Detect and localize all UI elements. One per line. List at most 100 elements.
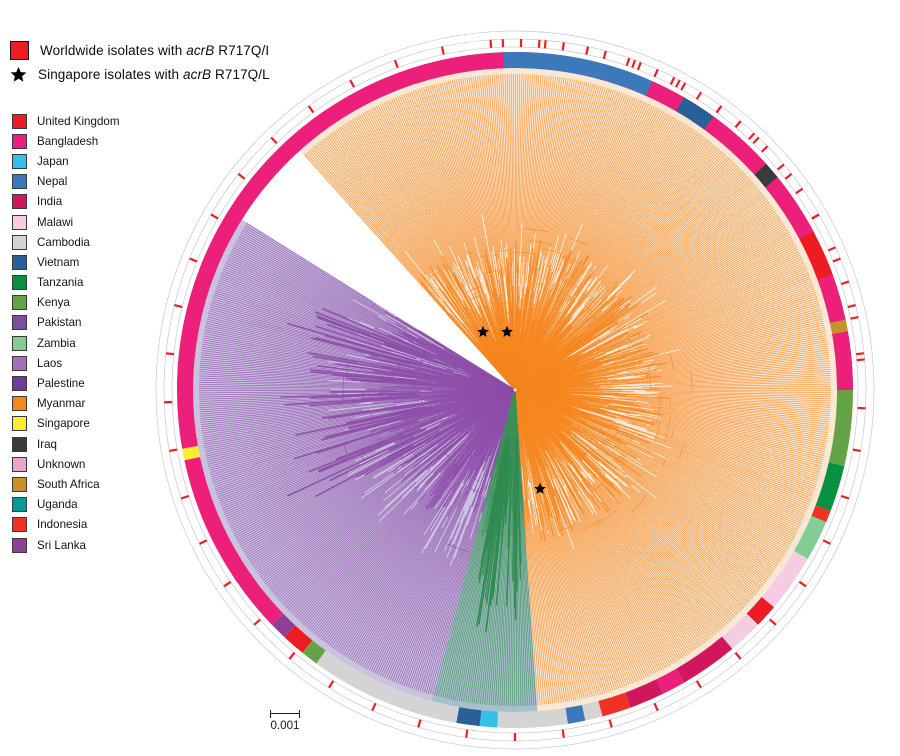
country-legend-item: Bangladesh <box>10 131 160 151</box>
acrb-tick-mark <box>695 680 702 689</box>
circular-tree <box>192 68 838 712</box>
acrb-tick-mark <box>210 213 219 220</box>
country-legend-item: United Kingdom <box>10 111 160 131</box>
country-color-swatch <box>12 517 27 533</box>
marker-legend-label-worldwide: Worldwide isolates with acrB R717Q/I <box>40 42 270 58</box>
acrb-tick-mark <box>465 729 469 738</box>
country-legend-label: Nepal <box>37 175 68 189</box>
scale-bar-label: 0.001 <box>270 719 300 732</box>
country-color-swatch <box>12 234 27 250</box>
acrb-tick-mark <box>608 719 613 728</box>
acrb-tick-mark <box>811 213 820 220</box>
country-color-swatch <box>12 456 27 472</box>
acrb-tick-mark <box>760 145 769 153</box>
country-legend-item: Zambia <box>10 333 160 353</box>
country-legend-item: Malawi <box>10 212 160 232</box>
country-legend-label: Vietnam <box>37 255 80 269</box>
acrb-tick-mark <box>169 448 178 453</box>
tree-arc <box>530 423 533 426</box>
star-icon <box>10 66 27 83</box>
acrb-tick-mark <box>625 57 631 67</box>
country-color-swatch <box>12 214 27 230</box>
country-legend-label: South Africa <box>37 477 100 491</box>
acrb-tick-mark <box>769 618 777 626</box>
country-legend-label: Laos <box>37 356 63 370</box>
acrb-tick-mark <box>174 304 183 309</box>
ring-segment-nepal <box>565 704 586 724</box>
country-legend-label: Japan <box>37 154 69 168</box>
country-legend-item: Indonesia <box>10 515 160 535</box>
acrb-tick-mark <box>393 59 399 69</box>
country-legend-item: Palestine <box>10 373 160 393</box>
country-color-swatch <box>12 254 27 270</box>
acrb-tick-mark <box>784 173 793 180</box>
tree-branch <box>329 390 421 393</box>
acrb-tick-mark <box>440 46 445 55</box>
acrb-tick-mark <box>189 257 198 263</box>
country-legend-label: United Kingdom <box>37 114 120 128</box>
country-legend-item: Vietnam <box>10 252 160 272</box>
country-legend-item: Sri Lanka <box>10 535 160 555</box>
marker-legend: Worldwide isolates with acrB R717Q/I Sin… <box>10 38 330 86</box>
country-legend-label: Kenya <box>37 296 70 310</box>
acrb-tick-mark <box>695 91 702 100</box>
acrb-tick-mark <box>585 46 590 55</box>
country-color-swatch <box>12 153 27 169</box>
country-legend-item: Tanzania <box>10 273 160 293</box>
acrb-tick-mark <box>417 719 422 728</box>
country-legend-label: Palestine <box>37 377 85 391</box>
country-color-swatch <box>12 335 27 351</box>
country-legend-item: Unknown <box>10 454 160 474</box>
acrb-tick-mark <box>349 79 355 88</box>
acrb-tick-mark <box>840 494 850 500</box>
acrb-tick-mark <box>653 702 659 712</box>
country-legend-label: Uganda <box>37 498 78 512</box>
country-legend-label: Sri Lanka <box>37 538 86 552</box>
acrb-tick-mark <box>561 729 565 738</box>
acrb-tick-mark <box>847 304 856 309</box>
acrb-tick-mark <box>795 187 804 195</box>
acrb-tick-mark <box>715 105 723 114</box>
acrb-tick-mark <box>270 136 278 145</box>
country-legend-item: Pakistan <box>10 313 160 333</box>
acrb-tick-mark <box>237 173 246 180</box>
country-legend-item: Uganda <box>10 495 160 515</box>
acrb-tick-mark <box>680 82 687 91</box>
country-legend-item: Singapore <box>10 414 160 434</box>
acrb-tick-mark <box>180 494 190 500</box>
acrb-tick-mark <box>734 120 742 128</box>
acrb-tick-mark <box>199 539 208 545</box>
country-color-swatch <box>12 416 27 432</box>
country-legend-label: India <box>37 195 63 209</box>
acrb-tick-mark <box>669 76 676 85</box>
country-legend-item: Laos <box>10 353 160 373</box>
acrb-tick-mark <box>537 39 541 48</box>
acrb-tick-mark <box>602 50 607 59</box>
country-color-swatch <box>12 194 27 210</box>
country-color-swatch <box>12 315 27 331</box>
country-legend-label: Pakistan <box>37 316 82 330</box>
acrb-tick-mark <box>223 580 232 588</box>
acrb-tick-mark <box>752 136 760 145</box>
country-legend: United Kingdom Bangladesh Japan Nepal India M… <box>10 111 160 555</box>
country-legend-label: Bangladesh <box>37 134 99 148</box>
country-color-swatch <box>12 537 27 553</box>
country-color-swatch <box>12 376 27 392</box>
country-legend-label: Zambia <box>37 336 76 350</box>
country-legend-label: Singapore <box>37 417 90 431</box>
country-color-swatch <box>12 295 27 311</box>
acrb-tick-mark <box>561 42 565 51</box>
acrb-tick-mark <box>856 358 865 362</box>
country-legend-item: India <box>10 192 160 212</box>
ring-segment-japan <box>479 710 499 728</box>
red-square-icon <box>10 40 29 60</box>
country-legend-item: Iraq <box>10 434 160 454</box>
acrb-tick-mark <box>307 105 315 114</box>
acrb-tick-mark <box>253 618 261 626</box>
acrb-tick-mark <box>675 79 681 88</box>
acrb-tick-mark <box>856 352 865 356</box>
acrb-tick-mark <box>748 132 756 140</box>
country-legend-item: Japan <box>10 151 160 171</box>
acrb-tick-mark <box>852 448 861 453</box>
country-color-swatch <box>12 396 27 412</box>
